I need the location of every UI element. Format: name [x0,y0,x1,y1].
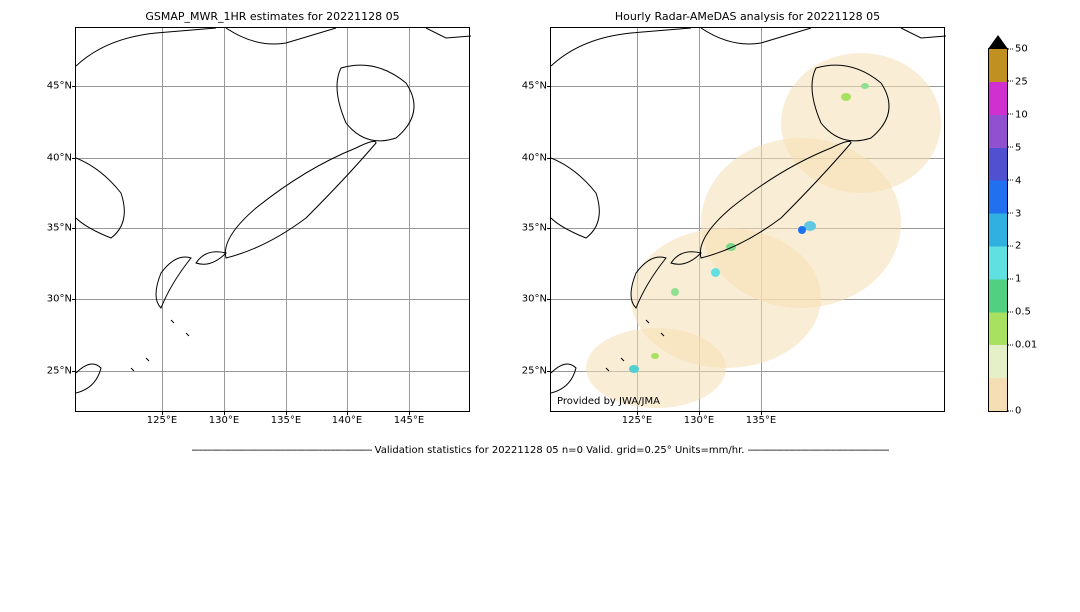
right-panel-title: Hourly Radar-AMeDAS analysis for 2022112… [551,10,944,23]
lon-tick: 135°E [746,411,776,426]
lat-tick: 45°N [522,81,551,92]
cbar-tick: 25 [1007,76,1028,87]
lat-tick: 35°N [522,223,551,234]
lat-tick: 45°N [47,81,76,92]
lat-tick: 30°N [47,294,76,305]
cbar-tick: 50 [1007,44,1028,55]
cbar-tick: 0.01 [1007,340,1037,351]
colorbar-overflow-arrow-icon [988,35,1008,49]
cbar-tick: 4 [1007,175,1021,186]
lon-tick: 130°E [684,411,714,426]
colorbar: 50 25 10 5 4 3 2 1 0.5 0.01 0 [988,48,1008,412]
right-map-panel: Hourly Radar-AMeDAS analysis for 2022112… [550,27,945,412]
lat-tick: 25°N [522,366,551,377]
cbar-tick: 10 [1007,109,1028,120]
lat-tick: 35°N [47,223,76,234]
coastline-left [76,28,471,413]
lat-tick: 40°N [522,153,551,164]
left-panel-title: GSMAP_MWR_1HR estimates for 20221128 05 [76,10,469,23]
lon-tick: 130°E [209,411,239,426]
cbar-tick: 2 [1007,241,1021,252]
lon-tick: 125°E [147,411,177,426]
cbar-tick: 5 [1007,142,1021,153]
lat-tick: 25°N [47,366,76,377]
cbar-tick: 0 [1007,406,1021,417]
lon-tick: 125°E [622,411,652,426]
lat-tick: 30°N [522,294,551,305]
validation-stats-line: ----------------------------------------… [0,445,1080,456]
coastline-right [551,28,946,413]
attribution-text: Provided by JWA/JMA [557,396,660,407]
lat-tick: 40°N [47,153,76,164]
cbar-tick: 1 [1007,274,1021,285]
cbar-tick: 3 [1007,208,1021,219]
lon-tick: 145°E [394,411,424,426]
left-map-panel: GSMAP_MWR_1HR estimates for 20221128 05 … [75,27,470,412]
cbar-tick: 0.5 [1007,307,1031,318]
lon-tick: 140°E [332,411,362,426]
lon-tick: 135°E [271,411,301,426]
